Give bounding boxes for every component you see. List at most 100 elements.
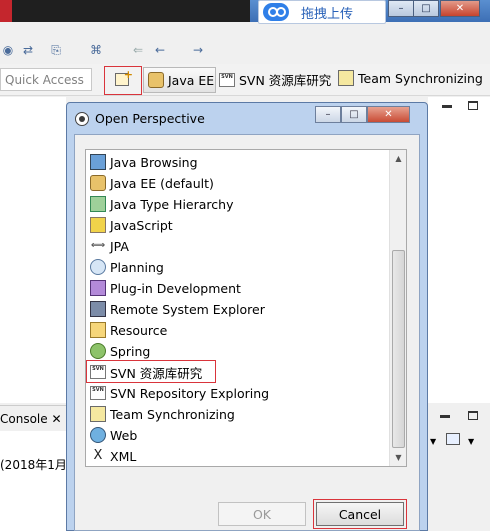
perspective-item-label: Resource xyxy=(110,322,168,338)
web-icon xyxy=(90,427,106,443)
nav-prev-icon[interactable]: ← xyxy=(152,42,168,58)
perspective-item-label: Java Browsing xyxy=(110,154,198,170)
xml-icon: X xyxy=(93,448,103,463)
svn-icon: SVN xyxy=(90,386,106,400)
chevron-down-icon[interactable]: ▼ xyxy=(468,437,474,446)
console-body xyxy=(0,431,66,531)
perspective-list-item[interactable]: Remote System Explorer xyxy=(90,299,265,319)
perspective-list-item[interactable]: Java Browsing xyxy=(90,152,198,172)
perspective-list-item[interactable]: Spring xyxy=(90,341,150,361)
minimize-icon: – xyxy=(398,3,404,14)
cloud-logo-icon xyxy=(263,3,289,21)
java-ee-icon xyxy=(148,72,164,88)
perspective-list-item[interactable]: Java Type Hierarchy xyxy=(90,194,233,214)
cancel-highlight-box xyxy=(313,499,407,529)
minimize-button[interactable]: – xyxy=(388,0,414,17)
perspective-item-label: JavaScript xyxy=(110,217,173,233)
minimize-view-icon[interactable] xyxy=(442,105,452,108)
dialog-minimize-button[interactable]: – xyxy=(315,106,341,123)
chevron-down-icon[interactable]: ▼ xyxy=(430,437,436,446)
perspective-list-item[interactable]: Resource xyxy=(90,320,167,340)
perspective-item-label: Team Synchronizing xyxy=(110,406,235,422)
perspective-label: Team Synchronizing xyxy=(358,70,483,86)
display-console-icon[interactable] xyxy=(446,433,460,445)
maximize-button[interactable]: □ xyxy=(413,0,439,17)
console-toolbar-right: ▼ ▼ xyxy=(428,405,490,531)
titlebar-dark-area xyxy=(0,0,250,22)
open-perspective-button[interactable] xyxy=(104,66,142,95)
perspective-item-label: Plug-in Development xyxy=(110,280,241,296)
eclipse-icon xyxy=(75,112,89,126)
editor-area-left xyxy=(0,97,66,403)
minimize-view-icon[interactable] xyxy=(440,415,450,418)
perspective-list-item[interactable]: ⟺ JPA xyxy=(90,236,129,256)
perspective-list[interactable]: Java Browsing Java EE (default) Java Type … xyxy=(85,149,407,467)
connect-icon[interactable]: ◉ xyxy=(0,42,16,58)
titlebar-red-edge xyxy=(0,0,12,22)
perspective-svn[interactable]: SVN SVN 资源库研究 xyxy=(219,70,331,89)
perspective-item-label: Java Type Hierarchy xyxy=(110,196,234,212)
drag-upload-label: 拖拽上传 xyxy=(301,6,354,22)
perspective-list-item[interactable]: X XML xyxy=(90,446,137,466)
close-icon: ✕ xyxy=(384,109,393,120)
java-browsing-icon xyxy=(90,154,106,170)
main-toolbar xyxy=(0,38,490,64)
ok-label: OK xyxy=(252,506,272,522)
console-tab-label: Console ✕ xyxy=(0,412,62,426)
perspective-item-label: Web xyxy=(110,427,138,443)
list-scrollbar[interactable]: ▲ ▼ xyxy=(389,150,406,466)
perspective-item-label: XML xyxy=(110,448,137,464)
scroll-down-icon[interactable]: ▼ xyxy=(390,449,407,466)
run-icon[interactable]: ⇄ xyxy=(20,42,36,58)
perspective-list-item[interactable]: Planning xyxy=(90,257,164,277)
debug-icon[interactable]: ⎘ xyxy=(48,42,64,58)
close-button[interactable]: ✕ xyxy=(440,0,480,17)
quick-access-input[interactable]: Quick Access xyxy=(0,68,92,91)
perspective-team-sync[interactable]: Team Synchronizing xyxy=(338,70,483,86)
maximize-view-icon[interactable] xyxy=(468,101,478,110)
perspective-list-item[interactable]: Java EE (default) xyxy=(90,173,214,193)
perspective-label: Java EE xyxy=(168,72,215,88)
remote-system-icon xyxy=(90,301,106,317)
perspective-list-item[interactable]: Team Synchronizing xyxy=(90,404,235,424)
editor-area-right xyxy=(428,97,490,403)
ok-button[interactable]: OK xyxy=(218,502,306,526)
perspective-item-label: Spring xyxy=(110,343,151,359)
perspective-java-ee[interactable]: Java EE xyxy=(143,67,216,93)
nav-back-icon[interactable]: ⇐ xyxy=(130,42,146,58)
perspective-item-label: Remote System Explorer xyxy=(110,301,265,317)
type-hierarchy-icon xyxy=(90,196,106,212)
open-perspective-icon xyxy=(115,68,133,86)
drag-upload-widget[interactable]: 拖拽上传 xyxy=(258,0,386,24)
jpa-icon: ⟺ xyxy=(90,240,106,251)
selection-highlight-box xyxy=(86,360,216,383)
java-ee-icon xyxy=(90,175,106,191)
perspective-list-item[interactable]: Web xyxy=(90,425,137,445)
perspective-list-item[interactable]: Plug-in Development xyxy=(90,278,241,298)
maximize-view-icon[interactable] xyxy=(468,411,478,420)
perspective-item-label: Java EE (default) xyxy=(110,175,214,191)
maximize-icon: □ xyxy=(349,109,359,120)
console-tab[interactable]: Console ✕ xyxy=(0,405,66,431)
maximize-icon: □ xyxy=(421,3,431,14)
perspective-label: SVN 资源库研究 xyxy=(239,73,332,88)
perspective-item-label: Planning xyxy=(110,259,164,275)
nav-forward-icon[interactable]: → xyxy=(190,42,206,58)
perspective-list-item[interactable]: SVN SVN Repository Exploring xyxy=(90,383,269,403)
external-tools-icon[interactable]: ⌘ xyxy=(88,42,104,58)
dialog-maximize-button[interactable]: □ xyxy=(341,106,367,123)
spring-icon xyxy=(90,343,106,359)
dialog-close-button[interactable]: ✕ xyxy=(367,106,410,123)
team-sync-icon xyxy=(338,70,354,86)
javascript-icon xyxy=(90,217,106,233)
scrollbar-thumb[interactable] xyxy=(392,250,405,448)
dialog-window-buttons: – □ ✕ xyxy=(315,106,410,123)
plugin-icon xyxy=(90,280,106,296)
planning-icon xyxy=(90,259,106,275)
svn-icon: SVN xyxy=(219,72,235,87)
close-icon: ✕ xyxy=(455,3,465,14)
scroll-up-icon[interactable]: ▲ xyxy=(390,150,407,167)
perspective-item-label: SVN Repository Exploring xyxy=(110,385,270,401)
perspective-list-item[interactable]: JavaScript xyxy=(90,215,173,235)
resource-folder-icon xyxy=(90,322,106,338)
